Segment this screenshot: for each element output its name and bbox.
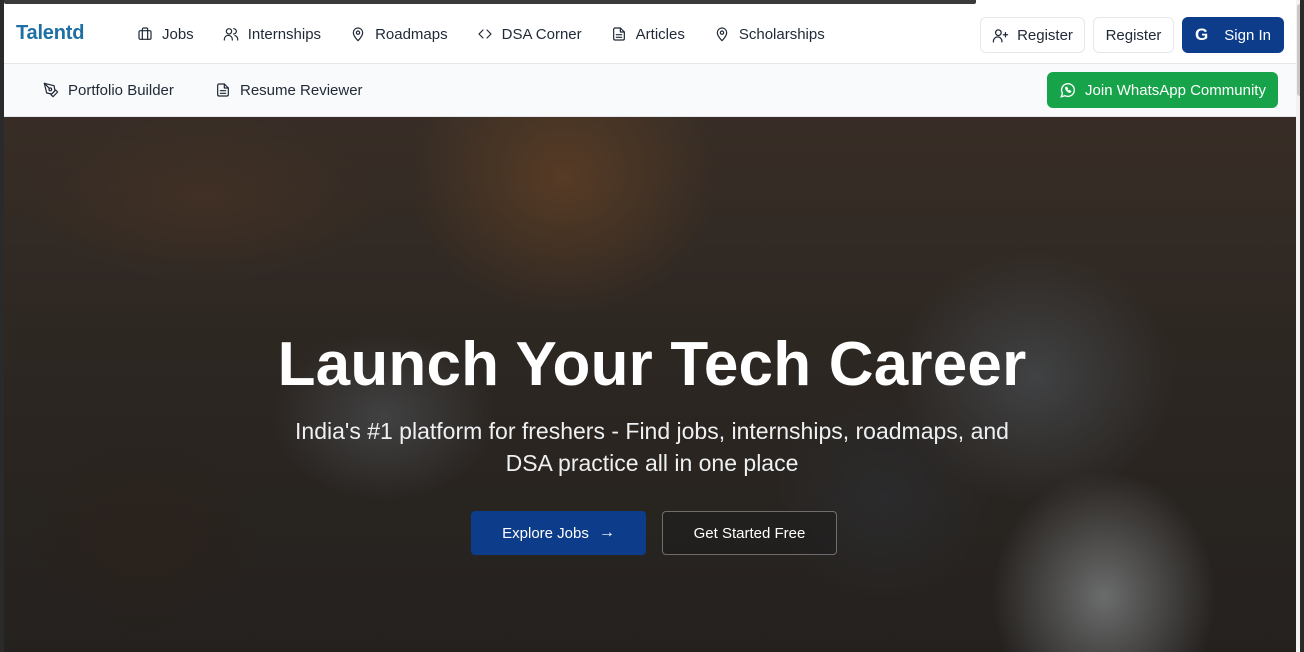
- sign-in-label: Sign In: [1224, 26, 1271, 44]
- arrow-right-icon: →: [598, 524, 615, 541]
- whatsapp-icon: [1060, 83, 1075, 98]
- get-started-button[interactable]: Get Started Free: [662, 511, 837, 555]
- nav-item-resume-reviewer[interactable]: Resume Reviewer: [214, 70, 363, 110]
- nav-item-portfolio-builder[interactable]: Portfolio Builder: [42, 70, 174, 110]
- scrollbar[interactable]: [1296, 0, 1300, 652]
- nav-item-jobs[interactable]: Jobs: [136, 14, 194, 54]
- register-label: Register: [1017, 26, 1073, 44]
- map-pin-icon: [713, 25, 731, 43]
- primary-nav-links: Jobs Internships Roadmaps DSA Corner Art…: [136, 4, 853, 64]
- nav-item-label: DSA Corner: [501, 25, 582, 43]
- explore-jobs-label: Explore Jobs: [502, 524, 589, 542]
- nav-item-roadmaps[interactable]: Roadmaps: [349, 14, 448, 54]
- file-text-icon: [610, 25, 628, 43]
- nav-item-label: Roadmaps: [375, 25, 448, 43]
- nav-item-internships[interactable]: Internships: [222, 14, 321, 54]
- register-button[interactable]: Register: [1093, 17, 1174, 53]
- sign-in-button[interactable]: G Sign In: [1182, 17, 1284, 53]
- secondary-navbar: Portfolio Builder Resume Reviewer Join W…: [4, 64, 1300, 117]
- hero-title: Launch Your Tech Career: [277, 330, 1027, 399]
- nav-item-label: Articles: [635, 25, 685, 43]
- briefcase-icon: [136, 25, 154, 43]
- primary-navbar: Talentd Jobs Internships Roadmaps DSA Co…: [4, 4, 1300, 64]
- explore-jobs-button[interactable]: Explore Jobs →: [471, 511, 646, 555]
- join-whatsapp-button[interactable]: Join WhatsApp Community: [1047, 72, 1278, 108]
- code-icon: [476, 25, 494, 43]
- nav-item-dsa-corner[interactable]: DSA Corner: [476, 14, 582, 54]
- google-icon: G: [1195, 25, 1209, 44]
- user-plus-icon: [992, 28, 1009, 43]
- get-started-label: Get Started Free: [693, 524, 806, 542]
- scrollbar-thumb[interactable]: [1297, 4, 1300, 96]
- nav-item-label: Jobs: [162, 25, 194, 43]
- browser-viewport: Talentd Jobs Internships Roadmaps DSA Co…: [4, 0, 1300, 652]
- pen-tool-icon: [42, 81, 60, 99]
- map-pin-icon: [349, 25, 367, 43]
- users-icon: [222, 25, 240, 43]
- nav-item-scholarships[interactable]: Scholarships: [713, 14, 825, 54]
- nav-item-label: Scholarships: [738, 25, 825, 43]
- nav-item-label: Resume Reviewer: [240, 81, 363, 99]
- nav-item-label: Internships: [247, 25, 322, 43]
- register-label: Register: [1105, 26, 1162, 44]
- hero-subtitle: India's #1 platform for freshers - Find …: [295, 418, 1009, 476]
- register-with-icon-button[interactable]: Register: [980, 17, 1085, 53]
- nav-item-articles[interactable]: Articles: [610, 14, 685, 54]
- nav-item-label: Portfolio Builder: [68, 81, 174, 99]
- site-logo[interactable]: Talentd: [16, 22, 84, 45]
- whatsapp-label: Join WhatsApp Community: [1085, 81, 1266, 99]
- hero-section: Launch Your Tech Career India's #1 platf…: [4, 117, 1300, 652]
- file-text-icon: [214, 81, 232, 99]
